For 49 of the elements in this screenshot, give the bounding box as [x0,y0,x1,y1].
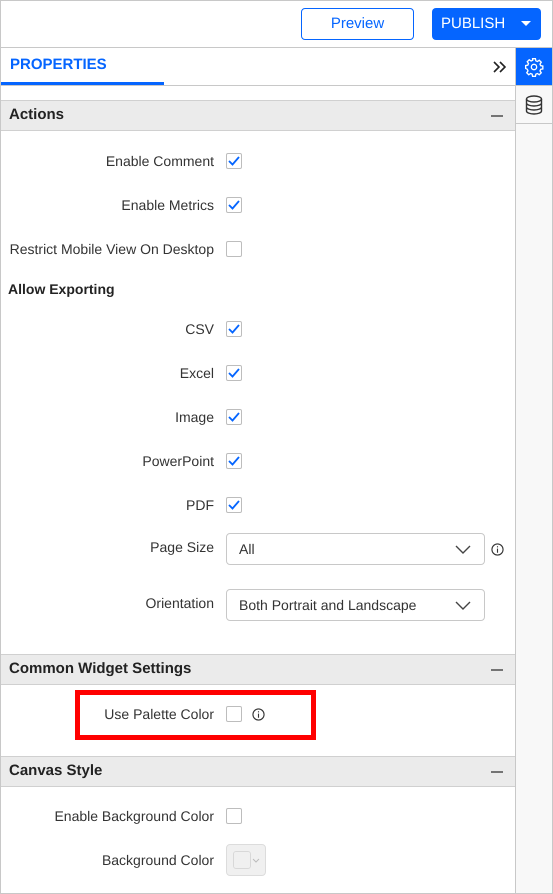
field-label: Enable Background Color [53,806,215,826]
checkmark-icon [228,324,240,334]
section-title: Canvas Style [9,761,102,782]
field-label: Image [174,408,215,427]
publish-button[interactable]: PUBLISH [432,8,541,40]
field-label: Excel [178,364,215,382]
field-label: Enable Comment [104,152,215,170]
field-label: Background Color [100,850,215,870]
checkmark-icon [228,456,240,466]
field-label: Restrict Mobile View On Desktop [8,240,215,259]
field-label: Orientation [144,594,215,612]
settings-icon [524,56,544,76]
dropdown-field[interactable]: Both Portrait and Landscape [226,589,485,621]
section-header[interactable]: Common Widget Settings [1,654,515,685]
field-label: PowerPoint [141,452,215,470]
dropdown-field[interactable]: All [226,533,485,565]
properties-tab[interactable]: PROPERTIES [1,48,164,85]
field-label: Enable Metrics [120,196,215,214]
checkbox[interactable] [226,241,242,257]
checkmark-icon [228,368,240,378]
preview-button[interactable]: Preview [301,8,414,40]
field-label: Page Size [149,538,215,557]
group-heading: Allow Exporting [8,280,115,299]
chevron-down-icon [455,544,471,554]
checkmark-icon [228,500,240,510]
chevron-down-icon [455,600,471,610]
double-chevron-icon[interactable] [493,60,507,72]
checkbox[interactable] [226,409,242,425]
checkbox[interactable] [226,365,242,381]
caret-icon [521,21,531,27]
checkmark-icon [228,412,240,422]
checkbox[interactable] [226,808,242,824]
section-header[interactable]: Actions [1,100,515,131]
checkmark-icon [228,156,240,166]
field-label: PDF [185,496,215,514]
checkbox[interactable] [226,197,242,213]
checkbox[interactable] [226,706,242,722]
chevron-down-icon [252,858,260,862]
section-header[interactable]: Canvas Style [1,756,515,787]
section-title: Actions [9,105,64,126]
checkbox[interactable] [226,153,242,169]
field-label: Use Palette Color [103,704,215,724]
checkbox[interactable] [226,497,242,513]
checkbox[interactable] [226,321,242,337]
checkbox[interactable] [226,453,242,469]
database-icon [525,94,543,114]
field-label: CSV [184,320,215,338]
section-title: Common Widget Settings [9,659,192,680]
checkmark-icon [228,200,240,210]
